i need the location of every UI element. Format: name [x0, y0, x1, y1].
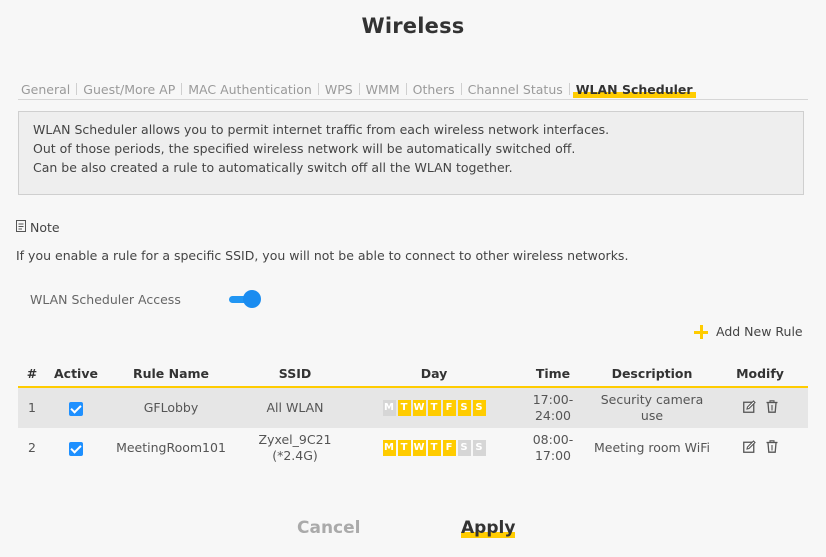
tab-wmm[interactable]: WMM	[363, 82, 403, 98]
tab-bar: General Guest/More AP MAC Authentication WP…	[18, 82, 808, 100]
ssid-band: (*2.4G)	[272, 448, 318, 463]
description-line: Security camera	[600, 392, 704, 407]
toggle-knob	[243, 290, 261, 308]
cell-day: M T W T F S S	[354, 387, 514, 428]
day-badge-mon: M	[382, 400, 396, 417]
day-badge-sat: S	[457, 400, 471, 417]
note-header: Note	[16, 220, 60, 235]
header-num: #	[18, 360, 46, 388]
description-line: use	[640, 408, 664, 423]
cell-rule-name: MeetingRoom101	[106, 428, 236, 468]
cell-num: 2	[18, 428, 46, 468]
cell-ssid: All WLAN	[236, 387, 354, 428]
tab-mac-authentication[interactable]: MAC Authentication	[185, 82, 315, 98]
rules-table: # Active Rule Name SSID Day Time Descrip…	[18, 360, 808, 468]
header-ssid: SSID	[236, 360, 354, 388]
cell-time: 08:00- 17:00	[514, 428, 592, 468]
cell-modify	[712, 387, 808, 428]
info-line: Can be also created a rule to automatica…	[33, 160, 513, 175]
tab-general[interactable]: General	[18, 82, 73, 98]
edit-icon[interactable]	[742, 439, 756, 457]
day-badge-sun: S	[472, 440, 486, 457]
day-badge-thu: T	[427, 440, 441, 457]
active-checkbox[interactable]	[69, 401, 83, 416]
header-active: Active	[46, 360, 106, 388]
info-line: Out of those periods, the specified wire…	[33, 141, 576, 156]
time-start: 17:00-	[532, 392, 574, 407]
tab-divider	[405, 83, 407, 95]
header-day: Day	[354, 360, 514, 388]
day-badge-wed: W	[412, 440, 426, 457]
cell-day: M T W T F S S	[354, 428, 514, 468]
tab-divider	[317, 83, 319, 95]
tab-others[interactable]: Others	[410, 82, 458, 98]
ssid-line: All WLAN	[266, 400, 324, 415]
info-line: WLAN Scheduler allows you to permit inte…	[33, 122, 610, 137]
cell-active	[46, 428, 106, 468]
day-badge-wed: W	[412, 400, 426, 417]
cell-description: Meeting room WiFi	[592, 428, 712, 468]
trash-icon[interactable]	[766, 439, 778, 457]
note-text: If you enable a rule for a specific SSID…	[16, 248, 629, 263]
table-row: 1 GFLobby All WLAN M T W T F S S 17:00- …	[18, 387, 808, 428]
header-description: Description	[592, 360, 712, 388]
active-checkbox[interactable]	[69, 441, 83, 456]
plus-icon	[694, 324, 708, 339]
edit-icon[interactable]	[742, 399, 756, 417]
tab-channel-status[interactable]: Channel Status	[465, 82, 566, 98]
page-title: Wireless	[361, 14, 465, 38]
time-end: 17:00	[534, 448, 572, 463]
tab-divider	[358, 83, 360, 95]
header-modify: Modify	[712, 360, 808, 388]
day-badge-sun: S	[472, 400, 486, 417]
cell-rule-name: GFLobby	[106, 387, 236, 428]
time-end: 24:00	[534, 408, 572, 423]
apply-button[interactable]: Apply	[461, 518, 516, 538]
tab-divider	[460, 83, 462, 95]
wlan-scheduler-access-toggle[interactable]	[229, 290, 261, 308]
day-badge-mon: M	[382, 440, 396, 457]
header-rule-name: Rule Name	[106, 360, 236, 388]
tab-divider	[568, 83, 570, 95]
day-badges: M T W T F S S	[382, 400, 486, 417]
day-badge-sat: S	[457, 440, 471, 457]
note-icon	[16, 220, 27, 235]
cell-description: Security camera use	[592, 387, 712, 428]
day-badge-tue: T	[397, 440, 411, 457]
table-header-row: # Active Rule Name SSID Day Time Descrip…	[18, 360, 808, 388]
day-badge-fri: F	[442, 400, 456, 417]
cell-num: 1	[18, 387, 46, 428]
description-line: Meeting room WiFi	[594, 440, 710, 455]
day-badge-fri: F	[442, 440, 456, 457]
cell-time: 17:00- 24:00	[514, 387, 592, 428]
time-start: 08:00-	[532, 432, 574, 447]
ssid-line: Zyxel_9C21	[258, 432, 332, 447]
day-badges: M T W T F S S	[382, 440, 486, 457]
day-badge-tue: T	[397, 400, 411, 417]
tab-wps[interactable]: WPS	[322, 82, 356, 98]
cell-modify	[712, 428, 808, 468]
info-box: WLAN Scheduler allows you to permit inte…	[18, 111, 804, 195]
wlan-scheduler-access-label: WLAN Scheduler Access	[30, 292, 181, 307]
trash-icon[interactable]	[766, 399, 778, 417]
cancel-button[interactable]: Cancel	[297, 518, 360, 538]
note-title: Note	[30, 220, 60, 235]
tab-guest-more-ap[interactable]: Guest/More AP	[80, 82, 178, 98]
tab-divider	[181, 83, 183, 95]
tab-divider	[76, 83, 78, 95]
day-badge-thu: T	[427, 400, 441, 417]
add-new-rule-button[interactable]: Add New Rule	[694, 324, 803, 339]
add-new-rule-label: Add New Rule	[716, 324, 803, 339]
cell-active	[46, 387, 106, 428]
table-row: 2 MeetingRoom101 Zyxel_9C21 (*2.4G) M T …	[18, 428, 808, 468]
header-time: Time	[514, 360, 592, 388]
cell-ssid: Zyxel_9C21 (*2.4G)	[236, 428, 354, 468]
tab-wlan-scheduler[interactable]: WLAN Scheduler	[572, 82, 696, 98]
